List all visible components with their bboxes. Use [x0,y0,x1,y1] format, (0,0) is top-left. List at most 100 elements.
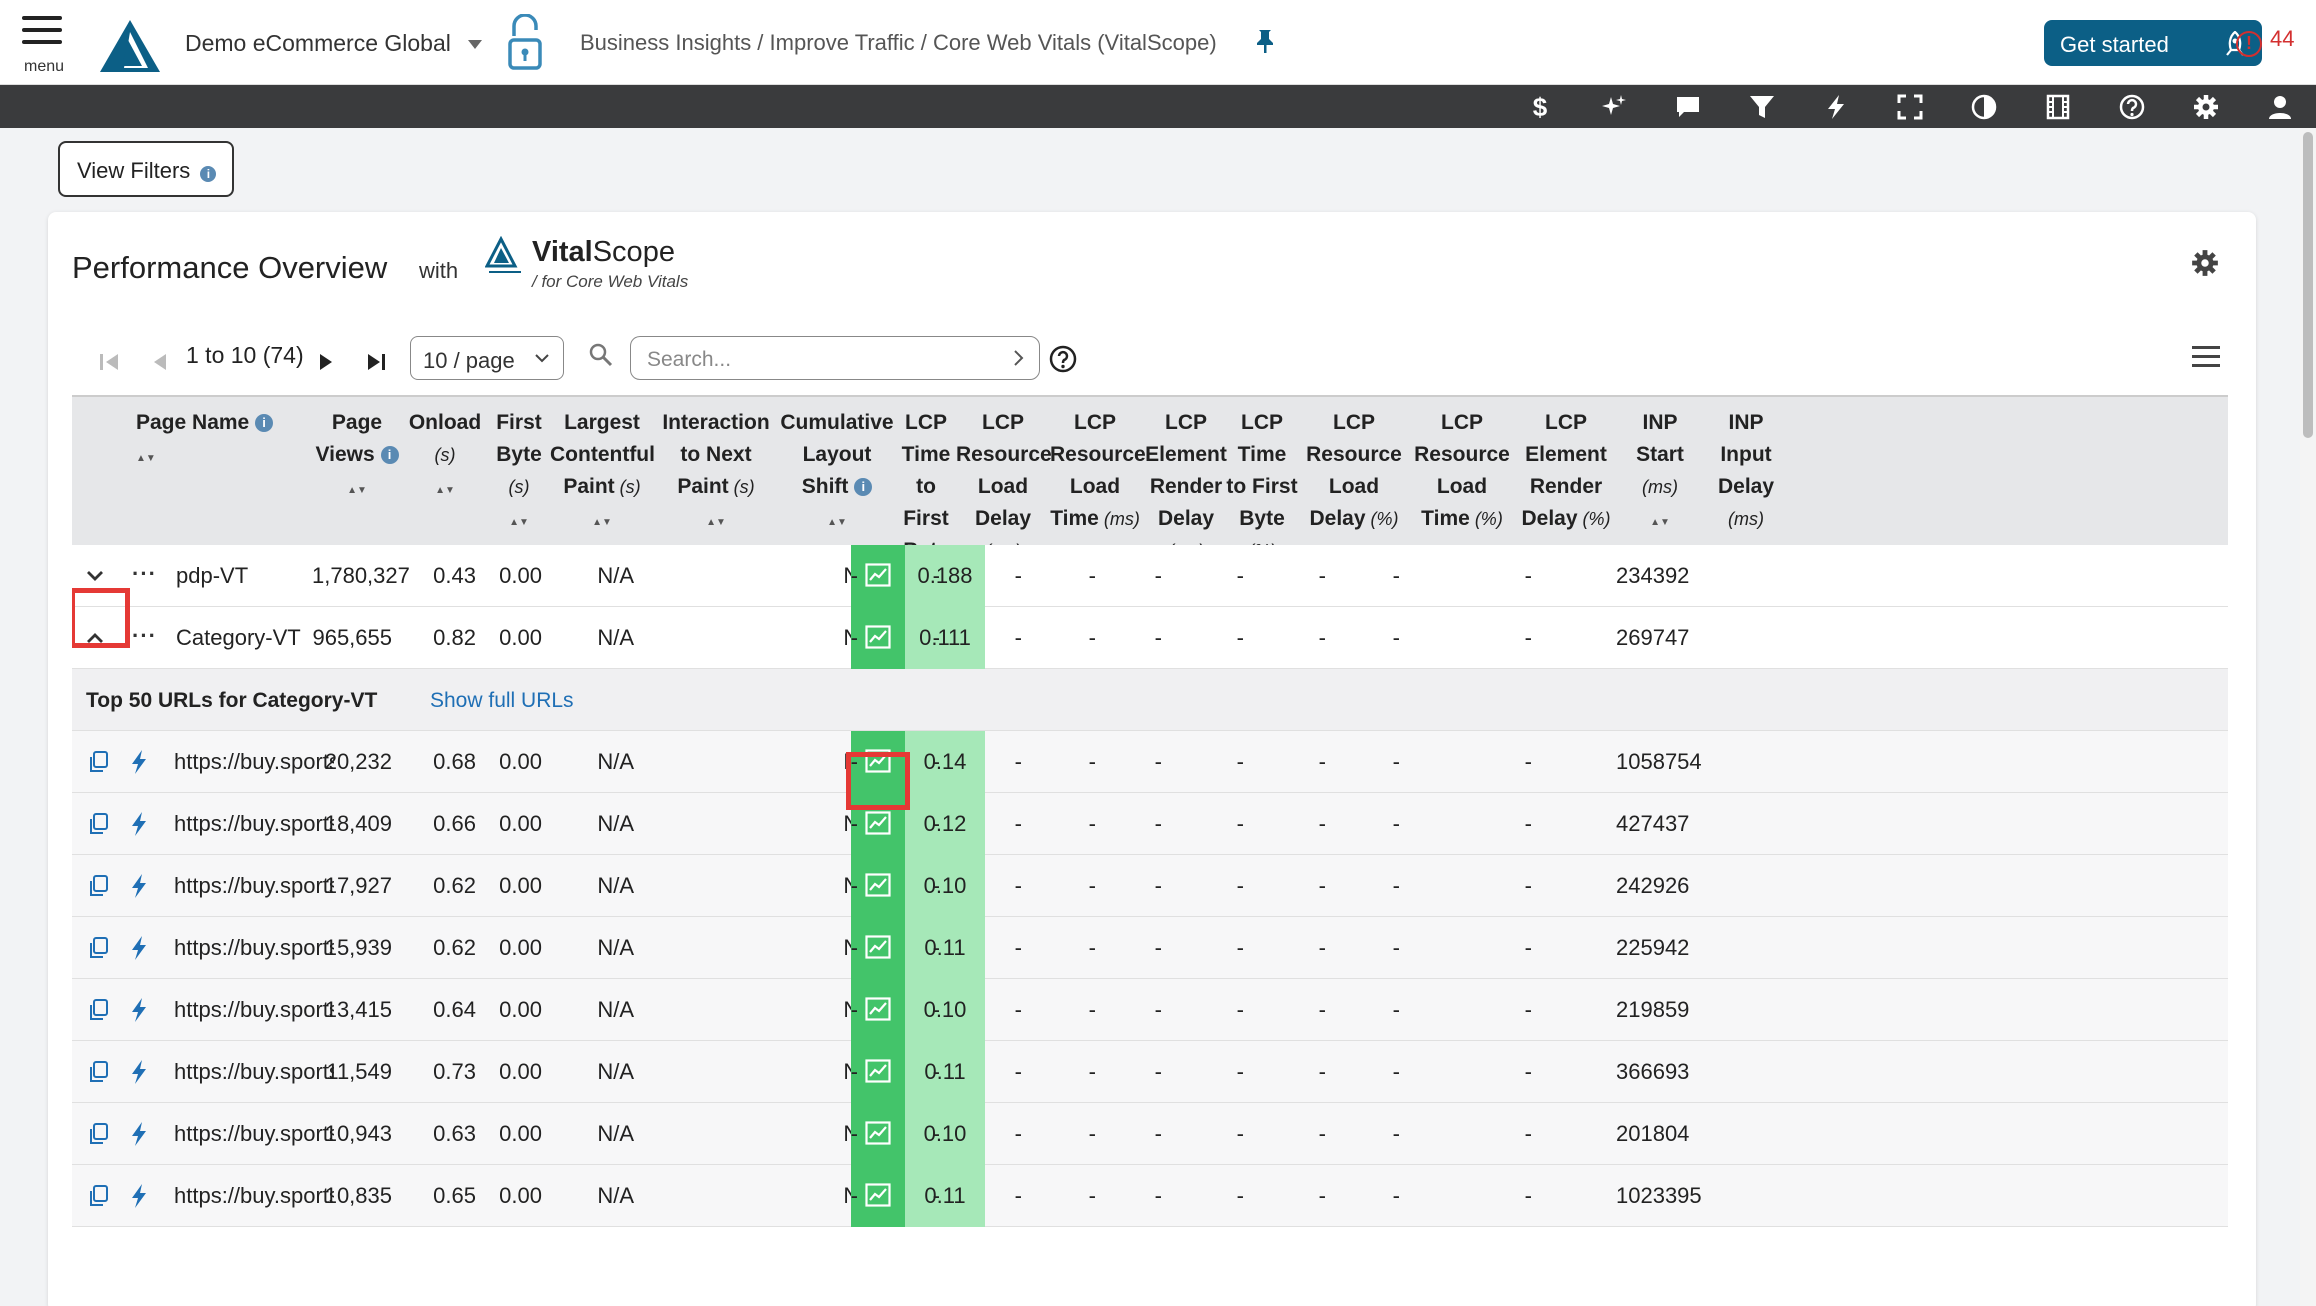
column-header-fb[interactable]: First Byte (s) ▲▼ [488,397,550,539]
trend-chart-button[interactable] [851,979,905,1041]
copy-icon[interactable] [88,1122,114,1148]
user-icon[interactable] [2266,93,2294,121]
copy-icon[interactable] [88,936,114,962]
collapse-chevron-up-icon[interactable] [82,625,108,651]
copy-icon[interactable] [88,998,114,1024]
film-icon[interactable] [2044,93,2072,121]
previous-page-icon[interactable] [140,342,180,382]
sort-icon[interactable]: ▲▼ [347,485,367,496]
unlock-icon[interactable] [506,14,544,72]
sort-icon[interactable]: ▲▼ [435,485,455,496]
column-header-cls[interactable]: Cumulative Layout Shift i ▲▼ [778,397,896,539]
table-row-group[interactable]: ···pdp-VT1,780,3270.430.00N/AN/A2343920.… [72,545,2228,607]
pin-icon[interactable] [1254,28,1276,54]
column-header-page[interactable]: Page Name i ▲▼ [136,397,312,475]
show-full-urls-link[interactable]: Show full URLs [430,689,574,713]
lightning-icon[interactable] [128,935,154,961]
per-page-select[interactable]: 10 / page [410,336,564,380]
sort-icon[interactable]: ▲▼ [136,453,156,464]
copy-icon[interactable] [88,750,114,776]
table-row-group[interactable]: ···Category-VT965,6550.820.00N/AN/A26974… [72,607,2228,669]
menu-button[interactable]: menu [22,16,66,76]
search-help-icon[interactable] [1048,344,1078,374]
card-settings-gear-icon[interactable] [2190,248,2220,278]
more-options-icon[interactable]: ··· [132,623,157,649]
trend-chart-button[interactable] [851,917,905,979]
table-row-url[interactable]: https://buy.sports.co...10,943 0.63 0.00 N/… [72,1103,2228,1165]
alert-indicator[interactable]: ! 44 [2236,26,2294,57]
sort-icon[interactable]: ▲▼ [1650,517,1670,528]
cell-page-name[interactable]: Category-VT [176,607,326,669]
cell-url[interactable]: https://buy.sports.co... [174,917,334,979]
chevron-down-icon[interactable] [468,40,482,49]
column-header-views[interactable]: Page Views i ▲▼ [312,397,402,507]
org-selector[interactable]: Demo eCommerce Global [185,30,451,57]
copy-icon[interactable] [88,874,114,900]
copy-icon[interactable] [88,1060,114,1086]
sort-icon[interactable]: ▲▼ [827,517,847,528]
get-started-button[interactable]: Get started [2044,20,2262,66]
view-filters-button[interactable]: View Filters i [58,141,234,197]
table-row-url[interactable]: https://buy.sports.co...15,939 0.62 0.00 N/… [72,917,2228,979]
next-page-icon[interactable] [306,342,346,382]
lightning-icon[interactable] [1822,93,1850,121]
cell-url[interactable]: https://buy.sports.co... [174,1041,334,1103]
trend-chart-button[interactable] [851,1103,905,1165]
trend-chart-button[interactable] [851,545,905,607]
lightning-icon[interactable] [128,873,154,899]
fullscreen-icon[interactable] [1896,93,1924,121]
sort-icon[interactable]: ▲▼ [706,517,726,528]
copy-icon[interactable] [88,1184,114,1210]
first-page-icon[interactable] [90,342,130,382]
column-header-inp[interactable]: Interaction to Next Paint (s) ▲▼ [654,397,778,539]
cell-url[interactable]: https://buy.sports.co... [174,793,334,855]
cell-url[interactable]: https://buy.sports.co... [174,731,334,793]
sort-icon[interactable]: ▲▼ [592,517,612,528]
lightning-icon[interactable] [128,1059,154,1085]
help-icon[interactable] [2118,93,2146,121]
column-header-inps[interactable]: INP Start (ms) ▲▼ [1616,397,1704,539]
page-scrollbar[interactable] [2300,128,2316,1306]
trend-chart-button[interactable] [851,793,905,855]
expand-chevron-down-icon[interactable] [82,563,108,589]
cell-url[interactable]: https://buy.sports.co... [174,855,334,917]
chevron-right-icon[interactable] [1007,347,1029,369]
trend-chart-button[interactable] [851,731,905,793]
comment-icon[interactable] [1674,93,1702,121]
breadcrumb[interactable]: Business Insights / Improve Traffic / Co… [580,30,1217,56]
cell-url[interactable]: https://buy.sports.co... [174,1103,334,1165]
table-row-url[interactable]: https://buy.sports.co...10,835 0.65 0.00 N/… [72,1165,2228,1227]
trend-chart-button[interactable] [851,855,905,917]
trend-chart-button[interactable] [851,1165,905,1227]
columns-menu-hamburger-icon[interactable] [2192,346,2220,370]
lightning-icon[interactable] [128,811,154,837]
more-options-icon[interactable]: ··· [132,561,157,587]
sparkle-icon[interactable] [1600,93,1628,121]
sort-icon[interactable]: ▲▼ [509,517,529,528]
lightning-icon[interactable] [128,1121,154,1147]
table-row-url[interactable]: https://buy.sports.co...13,415 0.64 0.00 N/… [72,979,2228,1041]
scrollbar-thumb[interactable] [2303,132,2313,438]
copy-icon[interactable] [88,812,114,838]
trend-chart-button[interactable] [851,607,905,669]
filter-icon[interactable] [1748,93,1776,121]
cell-url[interactable]: https://buy.sports.co... [174,1165,334,1227]
cell-url[interactable]: https://buy.sports.co... [174,979,334,1041]
dollar-icon[interactable]: $ [1526,93,1554,121]
lightning-icon[interactable] [128,997,154,1023]
lightning-icon[interactable] [128,749,154,775]
gear-icon[interactable] [2192,93,2220,121]
cell-page-name[interactable]: pdp-VT [176,545,326,607]
table-row-url[interactable]: https://buy.sports.co...11,549 0.73 0.00 N/… [72,1041,2228,1103]
table-row-url[interactable]: https://buy.sports.co...18,409 0.66 0.00 N/… [72,793,2228,855]
contrast-icon[interactable] [1970,93,1998,121]
trend-chart-button[interactable] [851,1041,905,1103]
triangle-logo-icon[interactable] [98,18,162,74]
column-header-onload[interactable]: Onload (s) ▲▼ [402,397,488,507]
table-row-url[interactable]: https://buy.sports.co...20,232 0.68 0.00 N/… [72,731,2228,793]
search-input[interactable]: Search... [630,336,1040,380]
lightning-icon[interactable] [128,1183,154,1209]
last-page-icon[interactable] [356,342,396,382]
table-row-url[interactable]: https://buy.sports.co...17,927 0.62 0.00 N/… [72,855,2228,917]
column-header-lcp[interactable]: Largest Contentful Paint (s) ▲▼ [550,397,655,539]
